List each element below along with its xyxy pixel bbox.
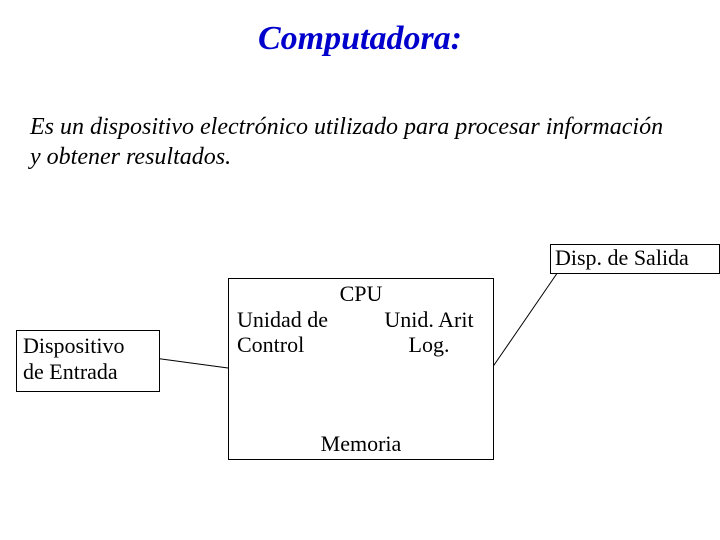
- alu-label: Unid. AritLog.: [369, 307, 489, 358]
- input-device-box: Dispositivode Entrada: [16, 330, 160, 392]
- cpu-label: CPU: [229, 281, 493, 307]
- memory-label: Memoria: [229, 431, 493, 457]
- slide: Computadora: Es un dispositivo electróni…: [0, 0, 720, 540]
- control-unit-label: Unidad deControl: [237, 307, 328, 358]
- definition-text: Es un dispositivo electrónico utilizado …: [30, 112, 670, 172]
- central-box: CPU Unidad deControl Unid. AritLog. Memo…: [228, 278, 494, 460]
- input-device-label: Dispositivode Entrada: [23, 333, 124, 384]
- slide-title: Computadora:: [0, 20, 720, 58]
- output-device-box: Disp. de Salida: [550, 244, 720, 274]
- output-device-label: Disp. de Salida: [555, 245, 689, 270]
